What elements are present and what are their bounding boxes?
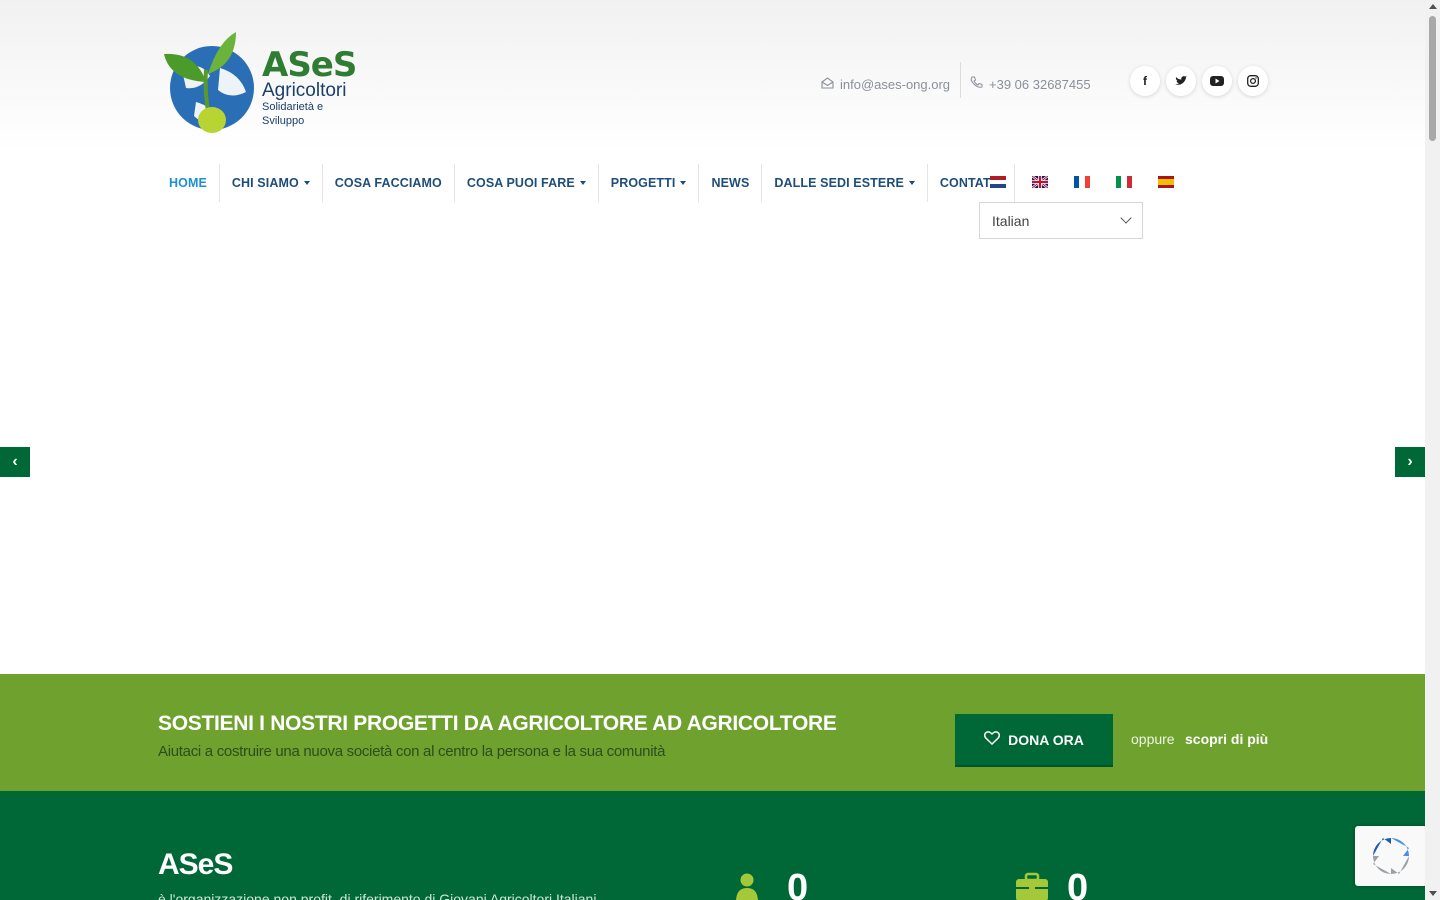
flag-es-icon[interactable] bbox=[1158, 176, 1174, 188]
banner-title: SOSTIENI I NOSTRI PROGETTI DA AGRICOLTOR… bbox=[158, 712, 837, 735]
instagram-glyph bbox=[1247, 75, 1259, 87]
nav-label: HOME bbox=[169, 176, 207, 190]
nav-label: DALLE SEDI ESTERE bbox=[774, 176, 904, 190]
logo-tagline: Solidarietà e Sviluppo bbox=[262, 101, 324, 127]
language-flags bbox=[990, 176, 1174, 188]
main-nav: HOME CHI SIAMO COSA FACCIAMO COSA PUOI F… bbox=[157, 164, 1016, 202]
banner-subtitle: Aiutaci a costruire una nuova società co… bbox=[158, 743, 666, 760]
flag-nl-icon[interactable] bbox=[990, 176, 1006, 188]
contact-email-text[interactable]: info@ases-ong.org bbox=[840, 77, 950, 92]
logo-wordmark: ASeS Agricoltori Solidarietà e Sviluppo bbox=[262, 48, 360, 128]
donate-button[interactable]: DONA ORA bbox=[955, 714, 1113, 767]
chevron-right-icon: › bbox=[1407, 453, 1413, 470]
youtube-icon[interactable] bbox=[1202, 66, 1232, 96]
stat-value: 0 bbox=[787, 867, 809, 900]
page-scrollbar[interactable] bbox=[1425, 0, 1440, 900]
chevron-left-icon: ‹ bbox=[12, 453, 18, 470]
nav-item-cosa-puoi-fare[interactable]: COSA PUOI FARE bbox=[455, 164, 599, 202]
site-header: ASeS Agricoltori Solidarietà e Sviluppo … bbox=[0, 0, 1425, 250]
nav-label: CHI SIAMO bbox=[231, 176, 299, 190]
logo-subtitle: Agricoltori bbox=[262, 80, 347, 101]
nav-label: COSA PUOI FARE bbox=[466, 176, 575, 190]
caret-down-icon bbox=[303, 181, 310, 185]
stat-counter: 0 bbox=[735, 869, 808, 900]
flag-it-icon[interactable] bbox=[1116, 176, 1132, 188]
stat-value: 0 bbox=[1067, 867, 1089, 900]
scrollbar-thumb[interactable] bbox=[1429, 16, 1436, 141]
instagram-icon[interactable] bbox=[1238, 66, 1268, 96]
contact-divider bbox=[960, 62, 961, 98]
site-logo[interactable]: ASeS Agricoltori Solidarietà e Sviluppo bbox=[160, 30, 360, 136]
nav-label: PROGETTI bbox=[610, 176, 676, 190]
nav-label: COSA FACCIAMO bbox=[334, 176, 442, 190]
social-links: f bbox=[1130, 66, 1268, 96]
stats-title: ASeS bbox=[158, 848, 233, 881]
contact-email[interactable]: info@ases-ong.org bbox=[821, 70, 950, 98]
language-select[interactable]: Italian bbox=[979, 202, 1143, 239]
slider-next-button[interactable]: › bbox=[1395, 447, 1425, 477]
flag-en-icon[interactable] bbox=[1032, 176, 1048, 188]
phone-icon bbox=[970, 76, 983, 92]
nav-item-progetti[interactable]: PROGETTI bbox=[599, 164, 700, 202]
nav-label: NEWS bbox=[711, 176, 750, 190]
briefcase-icon bbox=[1016, 872, 1048, 900]
logo-globe-icon bbox=[164, 32, 254, 133]
stats-section: ASeS è l'organizzazione non profit, di r… bbox=[0, 791, 1425, 900]
banner-or-text: oppure bbox=[1131, 731, 1175, 747]
nav-item-chi-siamo[interactable]: CHI SIAMO bbox=[220, 164, 323, 202]
heart-icon bbox=[984, 730, 1001, 749]
contact-phone-text[interactable]: +39 06 32687455 bbox=[989, 77, 1091, 92]
caret-down-icon bbox=[908, 181, 915, 185]
stat-counter: 0 bbox=[1015, 869, 1088, 900]
twitter-icon[interactable] bbox=[1166, 66, 1196, 96]
logo-title: ASeS bbox=[262, 45, 357, 85]
chevron-down-icon bbox=[1120, 212, 1132, 224]
facebook-glyph: f bbox=[1143, 74, 1147, 88]
learn-more-link[interactable]: scopri di più bbox=[1185, 731, 1268, 747]
flag-fr-icon[interactable] bbox=[1074, 176, 1090, 188]
contact-phone[interactable]: +39 06 32687455 bbox=[970, 70, 1091, 98]
nav-item-cosa-facciamo[interactable]: COSA FACCIAMO bbox=[323, 164, 455, 202]
twitter-bird bbox=[1175, 76, 1187, 85]
donation-banner: SOSTIENI I NOSTRI PROGETTI DA AGRICOLTOR… bbox=[0, 674, 1425, 791]
recaptcha-icon bbox=[1373, 838, 1409, 874]
slider-prev-button[interactable]: ‹ bbox=[0, 447, 30, 477]
caret-down-icon bbox=[680, 181, 687, 185]
nav-item-home[interactable]: HOME bbox=[157, 164, 220, 202]
envelope-icon bbox=[821, 76, 834, 92]
nav-item-dalle-sedi-estere[interactable]: DALLE SEDI ESTERE bbox=[762, 164, 928, 202]
donate-label: DONA ORA bbox=[1008, 731, 1084, 748]
caret-down-icon bbox=[579, 181, 586, 185]
language-select-value: Italian bbox=[992, 212, 1030, 229]
stats-description: è l'organizzazione non profit, di riferi… bbox=[158, 891, 597, 900]
recaptcha-badge[interactable] bbox=[1355, 826, 1427, 886]
youtube-play bbox=[1210, 76, 1224, 86]
scroll-down-icon[interactable] bbox=[1429, 891, 1437, 896]
facebook-icon[interactable]: f bbox=[1130, 66, 1160, 96]
user-icon bbox=[736, 873, 758, 900]
nav-item-news[interactable]: NEWS bbox=[699, 164, 763, 202]
scroll-up-icon[interactable] bbox=[1429, 4, 1437, 9]
